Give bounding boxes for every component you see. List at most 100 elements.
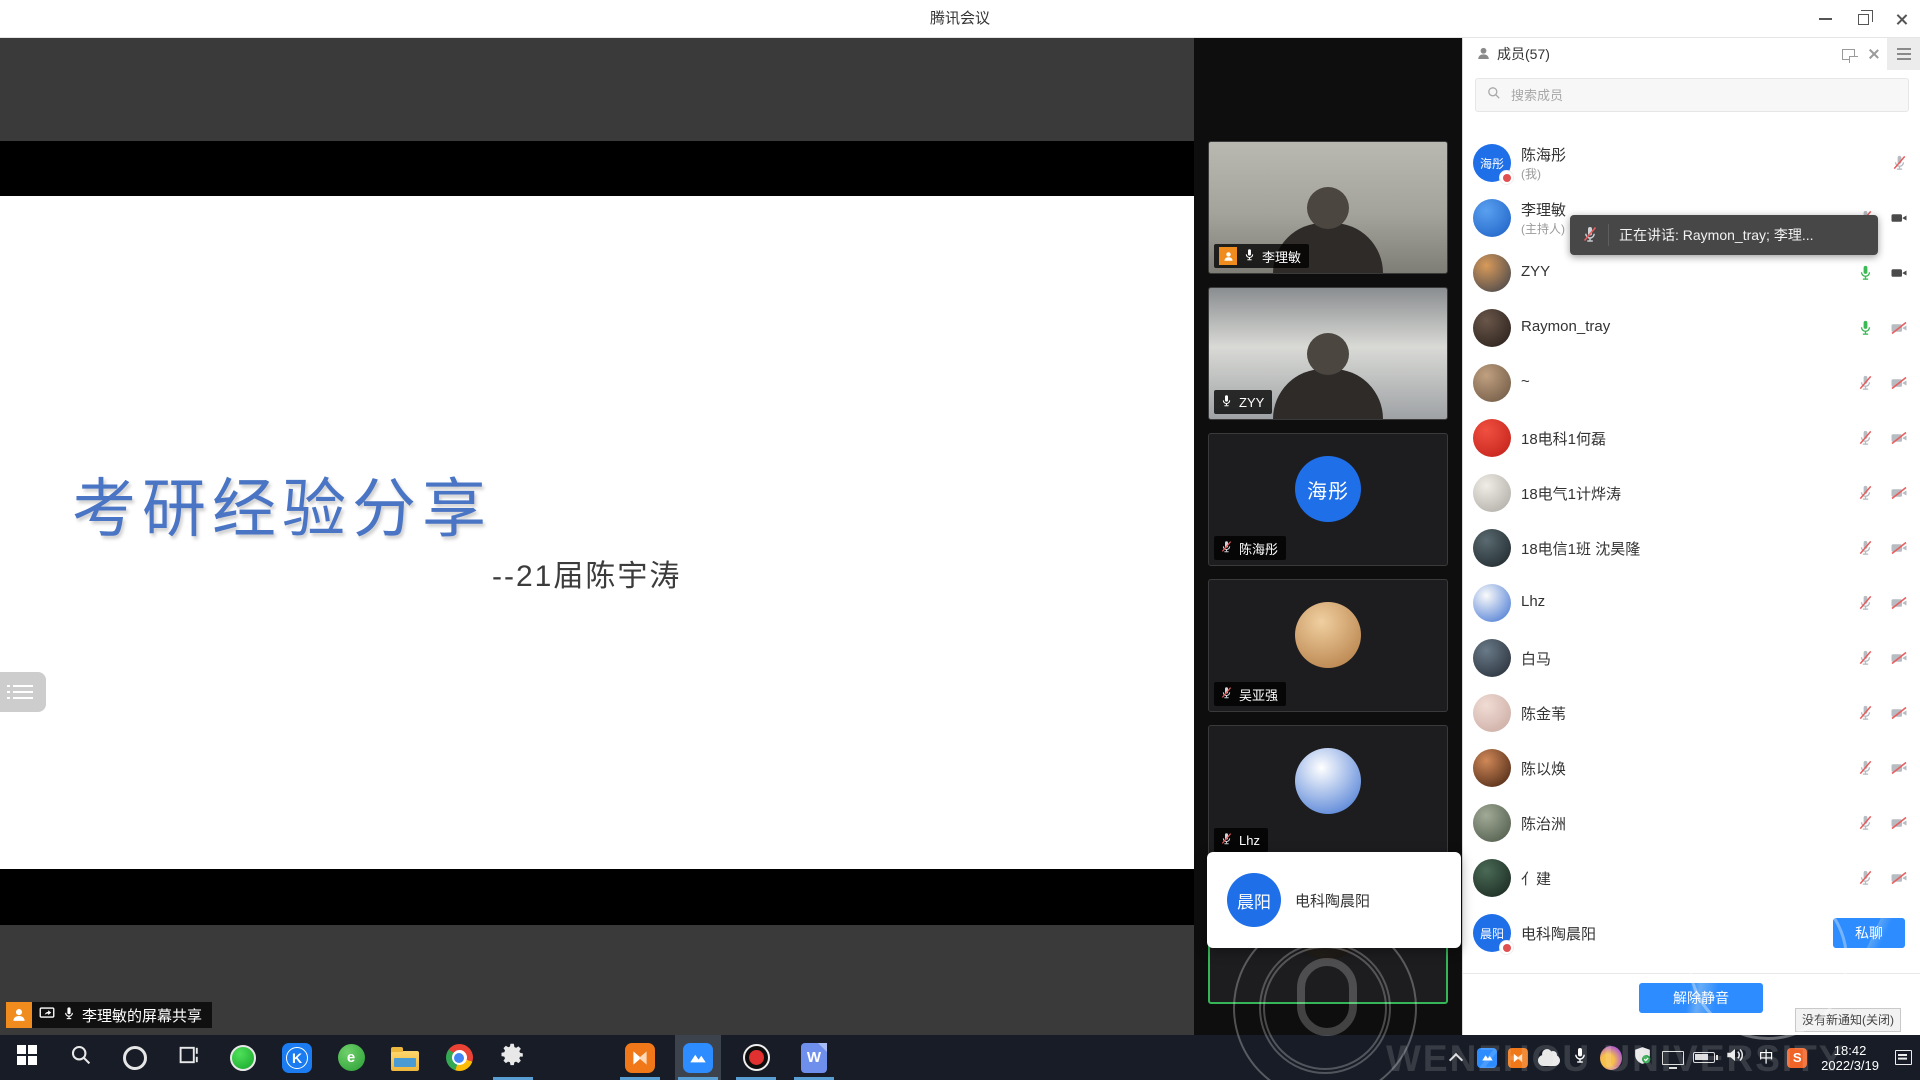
notification-glyph (1895, 1050, 1912, 1065)
app-k-icon-glyph: K (282, 1043, 312, 1073)
member-row[interactable]: 18电气1计烨涛 (1463, 466, 1920, 521)
tencent-meeting-tray-icon[interactable] (1476, 1046, 1498, 1070)
app-360-icon[interactable] (220, 1035, 266, 1080)
thumbnail-name: ZYY (1239, 395, 1264, 410)
microphone-tray-icon[interactable] (1569, 1046, 1591, 1070)
screen-recorder-icon[interactable] (733, 1035, 779, 1080)
muted-mic-icon (1219, 539, 1234, 557)
chrome-icon[interactable] (436, 1035, 482, 1080)
member-name: 18电气1计烨涛 (1521, 483, 1621, 504)
member-row[interactable]: 亻建 (1463, 851, 1920, 906)
video-thumbnail[interactable]: Lhz (1208, 725, 1448, 858)
member-row[interactable]: 陈以焕 (1463, 741, 1920, 796)
taskbar-clock[interactable]: 18:422022/3/19 (1817, 1043, 1883, 1073)
clock-date: 2022/3/19 (1821, 1058, 1879, 1073)
member-row[interactable]: Lhz (1463, 576, 1920, 631)
sogou-fox-icon[interactable] (1600, 1046, 1622, 1070)
member-row[interactable]: 18电科1何磊 (1463, 411, 1920, 466)
video-thumbnail[interactable]: 吴亚强 (1208, 579, 1448, 712)
ime-zh-indicator-glyph: 中 (1758, 1047, 1775, 1069)
avatar (1473, 584, 1511, 622)
close-button[interactable] (1882, 0, 1920, 38)
member-row[interactable]: 白马 (1463, 631, 1920, 686)
cloud-icon[interactable] (1538, 1046, 1560, 1070)
display-icon[interactable] (1662, 1046, 1684, 1070)
member-row[interactable]: 海彤陈海彤(我) (1463, 136, 1920, 191)
sogou-s-icon[interactable]: S (1786, 1046, 1808, 1070)
screen-share-icon (38, 1004, 56, 1026)
member-search-input[interactable] (1509, 87, 1879, 104)
file-explorer-icon[interactable] (382, 1035, 428, 1080)
avatar (1473, 639, 1511, 677)
settings-icon[interactable] (490, 1035, 536, 1080)
microphone-icon (61, 1005, 77, 1025)
person-silhouette (1307, 187, 1349, 229)
members-count-title: 成员(57) (1497, 38, 1550, 70)
member-row[interactable]: 晨阳电科陶晨阳私聊 (1463, 906, 1920, 961)
mindmaster-icon[interactable] (617, 1035, 663, 1080)
start-button[interactable] (4, 1035, 50, 1080)
search-icon (1486, 85, 1502, 106)
members-panel-header: 成员(57) (1463, 38, 1920, 70)
defender-shield-icon[interactable] (1631, 1046, 1653, 1070)
member-name: 陈金苇 (1521, 703, 1566, 724)
camera-status-icon (1889, 263, 1909, 288)
app-k-icon[interactable]: K (274, 1035, 320, 1080)
defender-shield-icon-glyph (1632, 1045, 1653, 1071)
volume-icon[interactable] (1724, 1046, 1746, 1070)
unmute-button[interactable]: 解除静音 (1639, 983, 1763, 1013)
avatar (1295, 602, 1361, 668)
popout-panel-button[interactable] (1835, 40, 1861, 68)
member-name: 18电科1何磊 (1521, 428, 1606, 449)
video-thumbnail[interactable]: 海彤陈海彤 (1208, 433, 1448, 566)
titlebar: 腾讯会议 (0, 0, 1920, 38)
mindmaster-tray-icon[interactable] (1507, 1046, 1529, 1070)
thumbnail-name: 李理敏 (1262, 247, 1301, 266)
slide-title: 考研经验分享 (72, 458, 492, 550)
member-name: 陈治洲 (1521, 813, 1566, 834)
screen-share-banner: 李理敏的屏幕共享 (32, 1002, 212, 1028)
volume-icon-glyph (1724, 1044, 1746, 1071)
member-row[interactable]: ~ (1463, 356, 1920, 411)
avatar (1295, 748, 1361, 814)
member-row[interactable]: Raymon_tray (1463, 301, 1920, 356)
slideshow-nav-widget[interactable] (0, 672, 46, 712)
speaking-tooltip: 正在讲话: Raymon_tray; 李理... (1570, 215, 1878, 255)
cortana-icon[interactable] (112, 1035, 158, 1080)
mindmaster-icon-glyph (625, 1043, 655, 1073)
search-icon[interactable] (58, 1035, 104, 1080)
members-icon (1475, 45, 1492, 67)
camera-status-icon (1889, 813, 1909, 838)
ime-zh-indicator[interactable]: 中 (1755, 1046, 1777, 1070)
wps-writer-icon[interactable]: W (791, 1035, 837, 1080)
browser-green-icon[interactable]: e (328, 1035, 374, 1080)
restore-button[interactable] (1844, 0, 1882, 38)
battery-icon[interactable] (1693, 1046, 1715, 1070)
chevron-up-icon[interactable] (1445, 1046, 1467, 1070)
task-view-icon[interactable] (166, 1035, 212, 1080)
member-row[interactable]: 18电信1班 沈昊隆 (1463, 521, 1920, 576)
tencent-meeting-icon[interactable] (675, 1035, 721, 1080)
close-panel-button[interactable] (1861, 40, 1887, 68)
action-center-icon[interactable] (1892, 1046, 1914, 1070)
member-role: (我) (1521, 165, 1541, 182)
member-name: 李理敏 (1521, 199, 1566, 220)
member-name: 白马 (1521, 648, 1551, 669)
host-person-icon (1219, 247, 1237, 265)
clock-time: 18:42 (1821, 1043, 1879, 1058)
member-row[interactable]: 陈治洲 (1463, 796, 1920, 851)
minimize-button[interactable] (1806, 0, 1844, 38)
mic-icon (1242, 247, 1257, 265)
mic-status-icon (1856, 868, 1875, 892)
app-360-icon-glyph (230, 1045, 256, 1071)
panel-menu-button[interactable] (1887, 38, 1920, 70)
mic-status-icon (1856, 538, 1875, 562)
presentation-slide: 考研经验分享 --21届陈宇涛 (0, 196, 1194, 869)
video-thumbnail[interactable]: 李理敏 (1208, 141, 1448, 274)
video-thumbnail[interactable]: ZYY (1208, 287, 1448, 420)
member-row[interactable]: 陈金苇 (1463, 686, 1920, 741)
member-role: (主持人) (1521, 220, 1565, 237)
mic-status-icon (1856, 373, 1875, 397)
private-chat-button[interactable]: 私聊 (1833, 918, 1905, 948)
search-icon-glyph (69, 1043, 93, 1072)
